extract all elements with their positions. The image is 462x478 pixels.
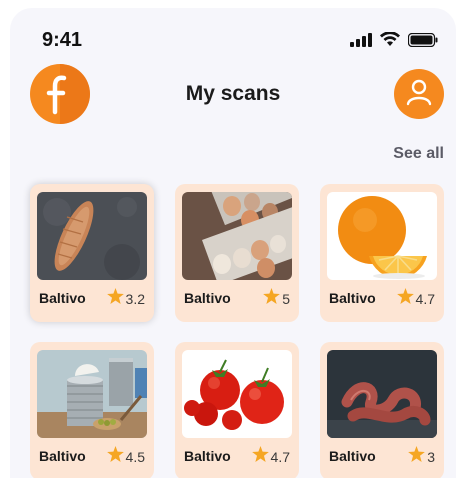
star-icon xyxy=(408,446,426,467)
status-bar: 9:41 xyxy=(10,8,456,64)
rating: 4.5 xyxy=(106,446,145,467)
rating-value: 4.5 xyxy=(125,448,145,465)
rating-value: 4.7 xyxy=(270,448,290,465)
star-icon xyxy=(106,288,124,309)
signal-icon xyxy=(350,32,372,52)
rating-value: 4.7 xyxy=(415,290,435,307)
rating-value: 3.2 xyxy=(125,290,145,307)
rating: 3.2 xyxy=(106,288,145,309)
rating-value: 3 xyxy=(427,448,435,465)
status-time: 9:41 xyxy=(42,29,83,51)
star-icon xyxy=(396,288,414,309)
product-image-cans xyxy=(37,350,147,438)
status-icons xyxy=(350,31,438,52)
scan-card[interactable]: Baltivo 3.2 xyxy=(30,184,154,322)
scan-card[interactable]: Baltivo 4.7 xyxy=(320,184,444,322)
product-image-eggs xyxy=(182,192,292,280)
brand-label: Baltivo xyxy=(329,448,376,464)
product-image-orange xyxy=(327,192,437,280)
brand-label: Baltivo xyxy=(329,290,376,306)
star-icon xyxy=(251,446,269,467)
brand-label: Baltivo xyxy=(39,448,86,464)
scan-card[interactable]: Baltivo 5 xyxy=(175,184,299,322)
rating: 3 xyxy=(408,446,435,467)
product-image-bread xyxy=(37,192,147,280)
brand-label: Baltivo xyxy=(184,290,231,306)
scan-card[interactable]: Baltivo 4.7 xyxy=(175,342,299,478)
app-screen: 9:41 My scans See all Baltivo 3.2 Baltiv… xyxy=(10,8,456,478)
rating-value: 5 xyxy=(282,290,290,307)
scan-card[interactable]: Baltivo 4.5 xyxy=(30,342,154,478)
scan-card[interactable]: Baltivo 3 xyxy=(320,342,444,478)
rating: 4.7 xyxy=(396,288,435,309)
header: My scans xyxy=(10,64,456,126)
profile-button[interactable] xyxy=(394,69,444,119)
star-icon xyxy=(106,446,124,467)
rating: 5 xyxy=(263,288,290,309)
wifi-icon xyxy=(380,31,400,52)
user-icon xyxy=(404,77,434,112)
product-image-sausages xyxy=(327,350,437,438)
brand-label: Baltivo xyxy=(184,448,231,464)
star-icon xyxy=(263,288,281,309)
see-all-link[interactable]: See all xyxy=(393,145,444,163)
battery-icon xyxy=(407,32,438,52)
rating: 4.7 xyxy=(251,446,290,467)
page-title: My scans xyxy=(185,82,281,105)
product-image-tomatoes xyxy=(182,350,292,438)
brand-label: Baltivo xyxy=(39,290,86,306)
